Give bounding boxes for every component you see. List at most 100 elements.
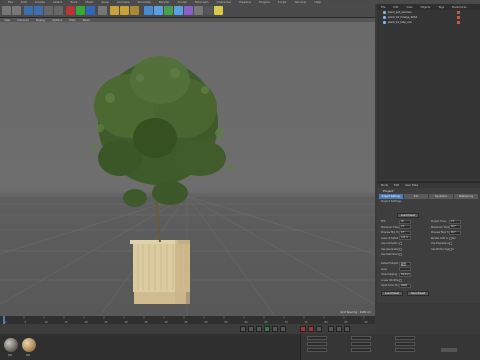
object-menu-view[interactable]: View (406, 6, 412, 9)
load-preset-button[interactable]: Load Preset (381, 291, 403, 296)
param-label: Project Time (431, 220, 446, 223)
undo-icon[interactable] (2, 6, 11, 15)
object-menu-objects[interactable]: Objects (421, 6, 431, 9)
y-axis-icon[interactable] (76, 6, 85, 15)
texture-tag-icon[interactable] (457, 16, 460, 19)
project-time-field[interactable]: 0 F (449, 219, 461, 224)
fps-field[interactable]: 30 (399, 219, 411, 224)
object-menu-bookmarks[interactable]: Bookmarks (452, 6, 467, 9)
render-picture-viewer-icon[interactable] (120, 6, 129, 15)
texture-tag-icon[interactable] (457, 21, 460, 24)
object-menu-file[interactable]: File (381, 6, 385, 9)
attr-menu-mode[interactable]: Mode (381, 184, 388, 187)
viewport-menu-view[interactable]: View (4, 19, 10, 22)
maximum-time-field[interactable]: 90 F (449, 225, 461, 229)
size-x-field[interactable] (351, 336, 371, 340)
save-preset-button[interactable]: Save Preset (407, 291, 429, 296)
play-backward-icon[interactable] (256, 326, 262, 332)
object-menu-edit[interactable]: Edit (393, 6, 398, 9)
material-swatch-1[interactable] (4, 338, 18, 352)
viewport-menu-cameras[interactable]: Cameras (17, 19, 29, 22)
rotate-tool-icon[interactable] (54, 6, 63, 15)
move-tool-icon[interactable] (34, 6, 43, 15)
x-axis-icon[interactable] (66, 6, 75, 15)
use-motion-system-checkbox[interactable] (449, 247, 452, 251)
viewport-menu-display[interactable]: Display (36, 19, 46, 22)
texture-tag-icon[interactable] (457, 11, 460, 14)
rotation-h-field[interactable] (395, 336, 415, 340)
minimum-time-field[interactable]: 0 F (399, 225, 411, 229)
default-object-color-field[interactable]: Gray Blue (399, 261, 411, 266)
param-label: Use Deformers (381, 253, 399, 256)
apply-button[interactable] (441, 348, 457, 352)
floor-icon[interactable] (194, 6, 203, 15)
cube-icon[interactable] (144, 6, 153, 15)
object-name[interactable]: plant_01_foliage_2016 (388, 16, 417, 19)
light-icon[interactable] (214, 6, 223, 15)
size-z-field[interactable] (351, 348, 371, 352)
array-icon[interactable] (174, 6, 183, 15)
rotation-b-field[interactable] (395, 348, 415, 352)
render-lod-in-editor-checkbox[interactable] (449, 236, 452, 240)
view-clipping-field[interactable]: Medium (399, 272, 411, 277)
autokey-icon[interactable] (308, 326, 314, 332)
object-name[interactable]: plant_pot_wooden (388, 11, 412, 14)
use-deformers-checkbox[interactable] (399, 253, 402, 256)
scale-key-icon[interactable] (344, 326, 350, 332)
input-color-profile-field[interactable]: sRGB (399, 283, 411, 288)
camera-icon[interactable] (204, 6, 213, 15)
next-key-icon[interactable] (272, 326, 278, 332)
viewport-menu-panel[interactable]: Panel (83, 19, 90, 22)
use-animation-checkbox[interactable] (399, 242, 402, 245)
play-icon[interactable] (264, 326, 270, 332)
color-field[interactable] (399, 267, 411, 271)
coordinate-system-icon[interactable] (98, 6, 107, 15)
linear-workflow-checkbox[interactable] (399, 278, 402, 282)
tab-dynamics[interactable]: Dynamics (429, 194, 453, 199)
pen-icon[interactable] (154, 6, 163, 15)
attr-menu-user-data[interactable]: User Data (405, 184, 418, 187)
tab-project-settings[interactable]: Project Settings (379, 194, 403, 199)
param-label: Default Object Color (381, 262, 406, 265)
main-toolbar (0, 4, 375, 18)
param-row: FPS 30 (381, 219, 411, 224)
tab-referencing[interactable]: Referencing (454, 194, 478, 199)
level-of-detail-field[interactable]: 100 % (399, 236, 411, 240)
preview-max-time-field[interactable]: 90 F (449, 230, 461, 235)
rotation-p-field[interactable] (395, 342, 415, 346)
record-icon[interactable] (300, 326, 306, 332)
preview-min-time-field[interactable]: 0 F (399, 230, 411, 235)
viewport-menu-options[interactable]: Options (52, 19, 62, 22)
playhead[interactable] (3, 316, 5, 324)
material-swatch-2[interactable] (22, 338, 36, 352)
deformer-icon[interactable] (184, 6, 193, 15)
keyframe-icon[interactable] (316, 326, 322, 332)
object-name[interactable]: plant_01_lsbp_ann (388, 21, 412, 24)
position-key-icon[interactable] (328, 326, 334, 332)
select-tool-icon[interactable] (24, 6, 33, 15)
use-expressions-checkbox[interactable] (449, 242, 452, 245)
use-generators-checkbox[interactable] (399, 247, 402, 251)
object-row[interactable]: plant_01_lsbp_ann (377, 20, 480, 25)
previous-key-icon[interactable] (248, 326, 254, 332)
go-to-start-icon[interactable] (240, 326, 246, 332)
object-menu-tags[interactable]: Tags (438, 6, 444, 9)
subdivision-icon[interactable] (164, 6, 173, 15)
position-y-field[interactable] (307, 342, 327, 346)
render-view-icon[interactable] (110, 6, 119, 15)
position-z-field[interactable] (307, 348, 327, 352)
size-y-field[interactable] (351, 342, 371, 346)
viewport-menu-filter[interactable]: Filter (69, 19, 75, 22)
render-settings-icon[interactable] (130, 6, 139, 15)
redo-icon[interactable] (12, 6, 21, 15)
go-to-end-icon[interactable] (280, 326, 286, 332)
perspective-viewport[interactable]: View Cameras Display Options Filter Panel Gri… (0, 18, 375, 316)
position-x-field[interactable] (307, 336, 327, 340)
scale-tool-icon[interactable] (44, 6, 53, 15)
tab-info[interactable]: Info (404, 194, 428, 199)
z-axis-icon[interactable] (86, 6, 95, 15)
timeline-ruler[interactable]: 0 5 10 15 20 25 30 35 40 45 50 55 60 65 70 75 80 85 90 (0, 316, 375, 324)
load-preset-top-button[interactable]: Load Preset (397, 213, 419, 218)
rotation-key-icon[interactable] (336, 326, 342, 332)
attr-menu-edit[interactable]: Edit (394, 184, 399, 187)
